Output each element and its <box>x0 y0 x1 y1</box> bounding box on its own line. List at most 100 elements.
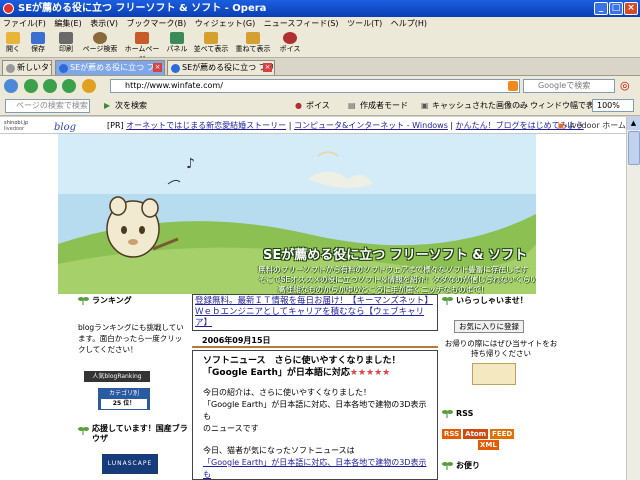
menu-bookmarks[interactable]: ブックマーク(B) <box>124 17 190 30</box>
livedoor-blog-logo[interactable]: shinobi.jp livedoor blog <box>2 118 102 132</box>
vertical-scrollbar[interactable]: ▲ <box>626 117 640 480</box>
microphone-icon <box>283 32 297 44</box>
author-mode-button[interactable]: 作成者モード <box>360 100 408 112</box>
tab-1[interactable]: SEが薦める役に立つ フリー...× <box>55 60 165 75</box>
takeout-note: お帰りの際にはぜひ当サイトをお持ち帰りください <box>444 339 558 358</box>
zoom-select[interactable]: 100% <box>592 99 634 112</box>
lunascape-banner[interactable]: LUNASCAPE <box>102 454 158 474</box>
post-news-link[interactable]: 「Google Earth」が日本語に対応、日本各地で建物の3D表示も <box>203 458 426 479</box>
menu-view[interactable]: 表示(V) <box>87 17 121 30</box>
menu-tools[interactable]: ツール(T) <box>344 17 385 30</box>
rss-buttons: RSS Atom FEED XML <box>442 429 560 451</box>
search-field[interactable]: Googleで検索 <box>523 79 615 93</box>
rewind-icon[interactable] <box>24 79 38 93</box>
main-toolbar: 開く 保存 印刷 ページ検索 ホームページ パネル 並べて表示 重ねて表示 ポイ… <box>0 30 640 63</box>
author-mode-icon[interactable]: ▤ <box>348 100 356 112</box>
menu-widgets[interactable]: ウィジェット(G) <box>192 17 258 30</box>
close-window-button[interactable]: × <box>624 2 638 15</box>
find-next-icon[interactable]: ▶ <box>104 100 110 112</box>
atom-button[interactable]: Atom <box>463 429 489 439</box>
post-headline: ソフトニュース さらに使いやすくなりました！「Google Earth」が日本語… <box>203 356 401 378</box>
home-icon <box>135 32 149 44</box>
tab-bar: 新しいタブ SEが薦める役に立つ フリー...× SEが薦める役に立つ フリー.… <box>0 58 640 76</box>
pr-link-onet[interactable]: オーネットではじまる新恋愛結婚ストーリー <box>126 121 286 130</box>
banner-subtitle-3: 高性能なものからかゆいところに手が届くニッチなものまで！ <box>278 285 488 294</box>
svg-text:livedoor: livedoor <box>4 126 25 132</box>
ad-box: 登録無料。最新ＩＴ情報を毎日お届け！【キーマンズネット】 Ｗｅｂエンジニアとして… <box>192 294 438 331</box>
svg-text:blog: blog <box>54 122 76 132</box>
find-next-button[interactable]: 次を検索 <box>115 100 147 112</box>
address-field[interactable]: http://www.winfate.com/ <box>110 79 520 93</box>
post-para-1: 今日の紹介は、さらに使いやすくなりました！ <box>203 388 371 397</box>
sprout-icon <box>442 297 453 305</box>
opera-menu-icon[interactable]: ◎ <box>620 79 630 92</box>
ad-link-keymans[interactable]: 登録無料。最新ＩＴ情報を毎日お届け！【キーマンズネット】 <box>195 296 435 307</box>
cascade-icon <box>246 32 260 44</box>
scroll-thumb[interactable] <box>628 131 640 165</box>
home-button[interactable]: ホームページ <box>122 32 162 63</box>
voice-button[interactable]: ポイス <box>279 32 301 56</box>
find-toolbar: ページの検索で検索 ▶ 次を検索 ● ポイス ▤ 作成者モード ▣ キャッシュさ… <box>0 96 640 116</box>
voice-button[interactable]: ポイス <box>306 100 330 112</box>
menu-feeds[interactable]: ニュースフィード(S) <box>261 17 342 30</box>
rss-feed-icon[interactable] <box>508 81 518 91</box>
ranking-heading: ランキング <box>78 294 188 308</box>
post-para-3: のニュースです <box>203 424 259 433</box>
livedoor-icon: ▣ <box>557 121 565 130</box>
menu-file[interactable]: ファイル(F) <box>0 17 49 30</box>
window-titlebar[interactable]: SEが薦める役に立つ フリーソフト & ソフト - Opera _ □ × <box>0 0 640 17</box>
save-button[interactable]: 保存 <box>28 32 48 56</box>
find-in-page-button[interactable]: ページ検索 <box>82 32 118 56</box>
site-badge-image[interactable] <box>472 363 516 385</box>
forward-icon[interactable] <box>43 79 57 93</box>
fit-width-icon[interactable]: ▭ <box>519 100 527 112</box>
minimize-button[interactable]: _ <box>594 2 608 15</box>
back-icon[interactable] <box>4 79 18 93</box>
category-rank-badge[interactable]: カテゴリ別 25 位！ <box>98 388 150 410</box>
livedoor-header-bar: shinobi.jp livedoor blog [PR] オーネットではじまる… <box>0 117 626 134</box>
image-icon[interactable]: ▣ <box>421 100 429 112</box>
find-input[interactable]: ページの検索で検索 <box>5 99 90 113</box>
voice-icon[interactable]: ● <box>295 100 302 112</box>
open-button[interactable]: 開く <box>3 32 23 56</box>
new-tab-button[interactable]: 新しいタブ <box>2 60 52 75</box>
feed-button[interactable]: FEED <box>490 429 515 439</box>
cached-images-button[interactable]: キャッシュされた画像のみ <box>432 100 528 112</box>
sprout-icon <box>78 297 89 305</box>
maximize-button[interactable]: □ <box>609 2 623 15</box>
tab-2[interactable]: SEが薦める役に立つ フリー...× <box>167 60 275 75</box>
rss-button[interactable]: RSS <box>442 429 462 439</box>
post-body: ソフトニュース さらに使いやすくなりました！「Google Earth」が日本語… <box>192 350 438 480</box>
category-link[interactable]: コンピュータ&インターネット - Windows <box>294 121 448 130</box>
panel-icon <box>170 32 184 44</box>
page-viewport[interactable]: shinobi.jp livedoor blog [PR] オーネットではじまる… <box>0 117 626 480</box>
rating-stars: ★★★★★ <box>349 368 391 378</box>
fast-forward-icon[interactable] <box>62 79 76 93</box>
reload-icon[interactable] <box>82 79 96 93</box>
ad-link-webcareer[interactable]: Ｗｅｂエンジニアとしてキャリアを積むなら【ウェブキャリア】 <box>195 307 435 329</box>
close-tab-icon[interactable]: × <box>153 63 162 72</box>
post-date: 2006年09月15日 <box>192 335 438 348</box>
tile-button[interactable]: 並べて表示 <box>191 32 231 56</box>
cascade-button[interactable]: 重ねて表示 <box>233 32 273 56</box>
svg-text:♪: ♪ <box>186 156 195 172</box>
welcome-heading: いらっしゃいませ！ <box>442 294 560 308</box>
floppy-icon <box>31 32 45 44</box>
rss-heading: RSS <box>442 407 560 421</box>
print-button[interactable]: 印刷 <box>54 32 78 56</box>
xml-button[interactable]: XML <box>478 440 499 450</box>
panel-button[interactable]: パネル <box>166 32 188 56</box>
right-sidebar: いらっしゃいませ！ お気に入りに登録 お帰りの際にはぜひ当サイトをお持ち帰りくだ… <box>442 294 560 473</box>
tile-icon <box>204 32 218 44</box>
close-tab-icon[interactable]: × <box>263 63 272 72</box>
menu-edit[interactable]: 編集(E) <box>51 17 84 30</box>
new-tab-icon <box>6 64 15 73</box>
livedoor-home-link[interactable]: ▣ livedoor ホーム <box>557 117 626 134</box>
menu-help[interactable]: ヘルプ(H) <box>388 17 430 30</box>
letters-heading: お便り <box>442 459 560 473</box>
add-favorite-button[interactable]: お気に入りに登録 <box>454 320 524 333</box>
blog-ranking-badge[interactable]: 人気blogRanking <box>84 371 150 382</box>
post-para-4: 今日、猫者が気になったソフトニュースは <box>203 446 355 455</box>
site-banner[interactable]: ♪ SEが薦める役に立つ フリーソフト & ソフト 無料のフリーソフトから有料の… <box>58 134 536 294</box>
scroll-up-icon[interactable]: ▲ <box>627 117 640 130</box>
